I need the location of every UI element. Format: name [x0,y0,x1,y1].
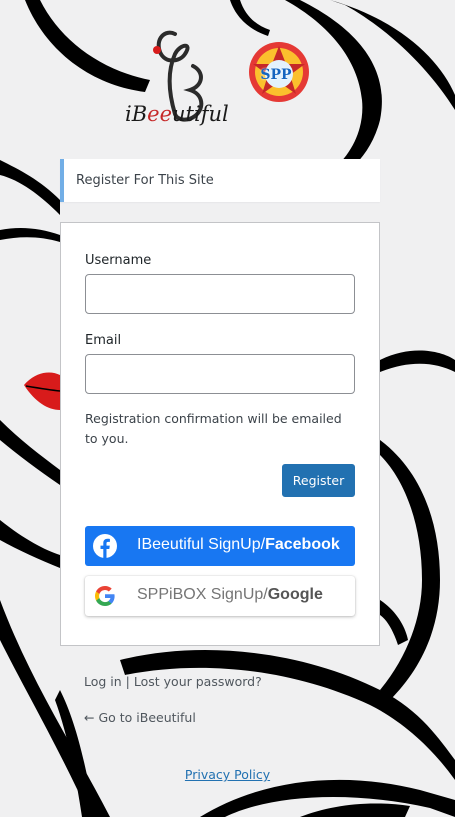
logo-badge-text: SPP [260,67,292,83]
bg-stroke-left-2 [0,227,60,242]
login-link[interactable]: Log in [84,674,122,689]
privacy-policy-link[interactable]: Privacy Policy [185,767,270,782]
username-label: Username [85,253,152,268]
bg-stroke-right-1 [380,350,455,372]
username-input[interactable] [85,274,355,314]
email-label: Email [85,333,122,348]
bg-stroke-right-3 [380,600,408,645]
login-page: iBeeutiful SPP Register For This Site Us… [0,0,455,817]
registration-note: Registration confirmation will be emaile… [85,411,342,446]
registration-form: Username Email Registration confirmation… [60,222,380,646]
facebook-icon [93,534,117,558]
privacy-policy-container: Privacy Policy [0,767,455,782]
google-icon [95,586,115,606]
bg-stroke-right-2 [380,440,440,700]
email-input[interactable] [85,354,355,394]
logo-wordmark: iBeeutiful [125,102,229,126]
facebook-signup-button[interactable]: IBeeutiful SignUp/Facebook [85,526,355,566]
google-signup-label: SPPiBOX SignUp/Google [137,586,323,603]
back-to-blog-link[interactable]: ← Go to iBeeutiful [84,710,196,725]
lost-password-link[interactable]: Lost your password? [134,674,262,689]
bg-stroke-bottom-3 [300,803,410,817]
register-button[interactable]: Register [282,464,355,497]
bg-stroke-left-3 [0,420,60,485]
google-signup-button[interactable]: SPPiBOX SignUp/Google [85,576,355,616]
lips-illustration [24,372,60,410]
login-nav: Log in | Lost your password? [84,674,262,689]
register-message: Register For This Site [60,159,380,202]
facebook-signup-label: IBeeutiful SignUp/Facebook [137,536,340,553]
back-to-blog: ← Go to iBeeutiful [84,710,196,725]
bg-stroke-left-4 [0,520,60,568]
site-logo[interactable]: iBeeutiful SPP [105,24,315,136]
bg-stroke-left-1 [0,160,60,215]
nav-separator: | [121,674,134,689]
